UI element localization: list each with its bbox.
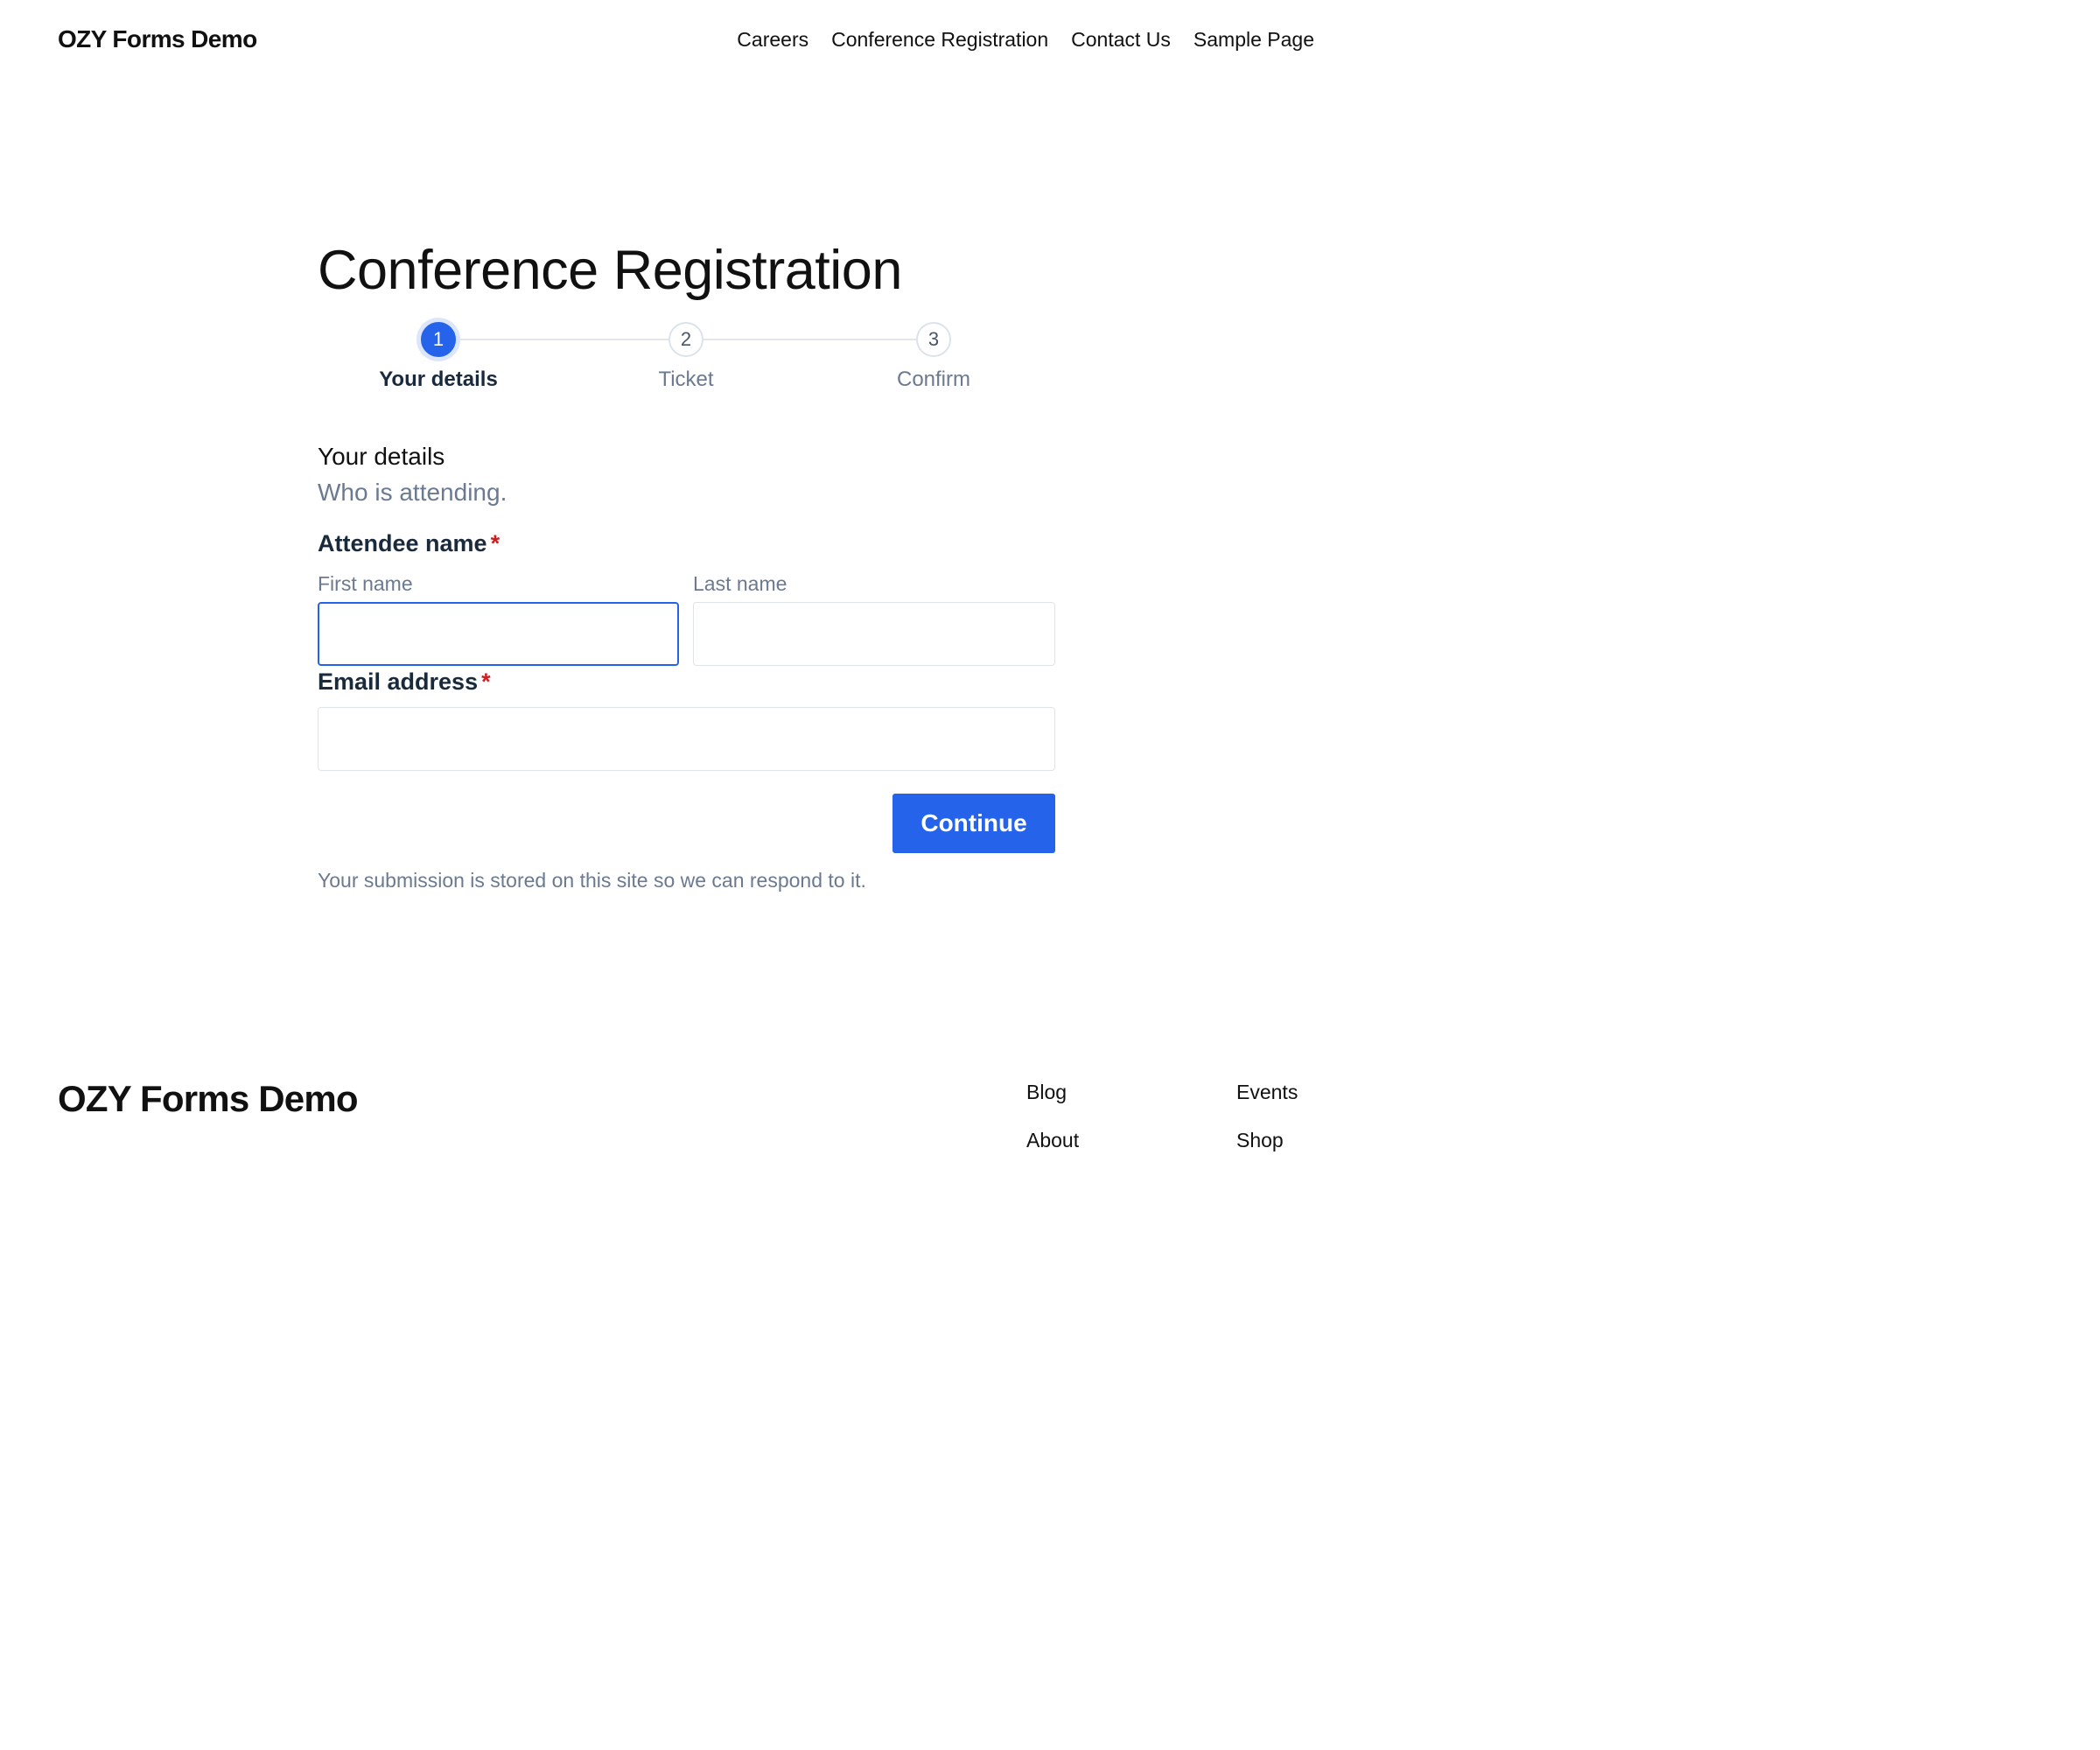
privacy-note: Your submission is stored on this site s… [318, 869, 866, 892]
step-ticket: 2 Ticket [598, 322, 774, 392]
footer-brand[interactable]: OZY Forms Demo [58, 1078, 359, 1120]
email-address-label-text: Email address [318, 668, 479, 695]
first-name-input[interactable] [318, 602, 679, 666]
site-brand[interactable]: OZY Forms Demo [58, 25, 257, 53]
email-input[interactable] [318, 707, 1055, 771]
step-progress: 1 Your details 2 Ticket 3 Confirm [318, 322, 1055, 401]
email-address-label: Email address * [318, 668, 491, 696]
step-your-details: 1 Your details [351, 322, 526, 392]
site-header: OZY Forms Demo Careers Conference Regist… [0, 0, 1372, 83]
footer-link-shop[interactable]: Shop [1236, 1129, 1284, 1152]
step-number: 3 [916, 322, 951, 357]
attendee-name-label-text: Attendee name [318, 530, 487, 556]
step-label: Ticket [658, 368, 714, 391]
footer-link-events[interactable]: Events [1236, 1081, 1298, 1104]
page-title: Conference Registration [318, 240, 902, 301]
first-name-label: First name [318, 572, 413, 595]
step-number: 2 [668, 322, 704, 357]
step-confirm: 3 Confirm [846, 322, 1021, 392]
last-name-input[interactable] [693, 602, 1055, 666]
required-marker: * [490, 530, 500, 556]
attendee-name-label: Attendee name * [318, 530, 500, 557]
last-name-label: Last name [693, 572, 788, 595]
nav-link-contact-us[interactable]: Contact Us [1071, 28, 1171, 52]
step-label: Your details [379, 368, 498, 391]
nav-link-sample-page[interactable]: Sample Page [1194, 28, 1314, 52]
main-nav: Careers Conference Registration Contact … [737, 28, 1314, 52]
nav-link-careers[interactable]: Careers [737, 28, 808, 52]
step-number: 1 [421, 322, 456, 357]
section-title: Your details [318, 443, 445, 470]
footer-link-blog[interactable]: Blog [1026, 1081, 1067, 1104]
footer-link-about[interactable]: About [1026, 1129, 1079, 1152]
step-label: Confirm [896, 368, 970, 391]
required-marker: * [481, 668, 491, 695]
continue-button[interactable]: Continue [892, 794, 1055, 853]
section-subtitle: Who is attending. [318, 479, 508, 506]
nav-link-conference-registration[interactable]: Conference Registration [831, 28, 1048, 52]
